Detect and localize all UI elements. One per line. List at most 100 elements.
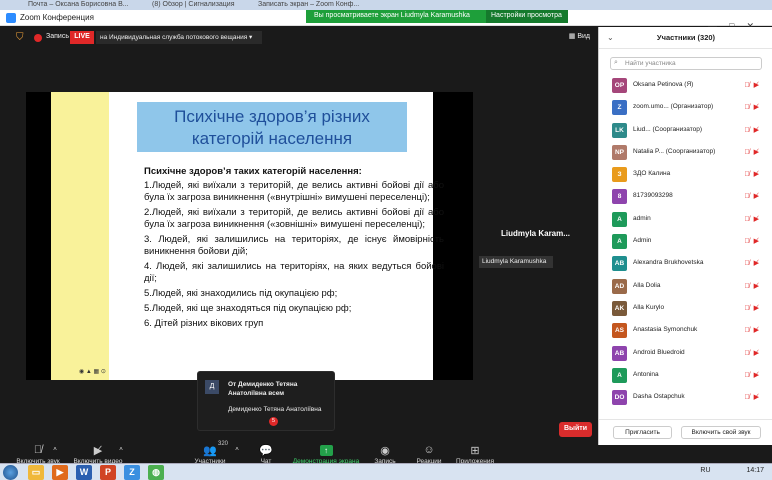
- slide-item: 5.Людей, які ще знаходяться під окупаціє…: [144, 303, 352, 314]
- media-player-icon[interactable]: ▶: [52, 465, 68, 480]
- search-placeholder: Найти участника: [625, 60, 676, 67]
- shield-icon[interactable]: ⛉: [16, 32, 26, 43]
- participant-row[interactable]: AS Anastasia Symonchuk 🎙̸▶̸: [599, 320, 772, 342]
- speaker-tooltip: Liudmyla Karamushka: [479, 256, 553, 268]
- participant-row[interactable]: A Antonina 🎙̸▶̸: [599, 365, 772, 387]
- zoom-taskbar-icon[interactable]: Z: [124, 465, 140, 480]
- participants-panel: ⌄ Участники (320) ⌕ Найти участника OP Ok…: [598, 27, 772, 445]
- mic-video-off-icon: 🎙̸▶̸: [744, 126, 763, 134]
- panel-header: ⌄ Участники (320): [599, 27, 772, 49]
- zoom-logo-icon: [6, 13, 16, 23]
- live-badge[interactable]: LIVE: [70, 31, 94, 44]
- participant-row[interactable]: LK Liud... (Соорганизатор) 🎙̸▶̸: [599, 120, 772, 142]
- avatar: LK: [612, 122, 627, 138]
- view-button[interactable]: ▦ Вид: [569, 32, 590, 40]
- participants-button[interactable]: 👥 Участники: [190, 444, 230, 465]
- grid-icon: ▦: [568, 33, 576, 40]
- chat-sender: От Демиденко Тетяна Анатоліївна всем: [228, 381, 298, 397]
- mic-video-off-icon: 🎙̸▶̸: [744, 148, 763, 156]
- participant-row[interactable]: Zzoom.umo... (Организатор) 🎙̸▶̸: [599, 97, 772, 119]
- speaker-name: Liudmyla Karam...: [501, 229, 570, 238]
- start-button-icon[interactable]: [3, 465, 18, 480]
- apps-button[interactable]: ⊞ Приложения: [453, 444, 497, 465]
- share-screen-button[interactable]: ↑ Демонстрация экрана: [291, 444, 361, 465]
- viewing-banner: Вы просматриваете экран Liudmyla Karamus…: [306, 10, 568, 27]
- participant-row[interactable]: OP Oksana Petinova (Я) 🎙̸▶̸: [599, 75, 772, 97]
- window-title: Zoom Конференция: [20, 13, 94, 22]
- avatar: A: [612, 234, 627, 250]
- avatar: NP: [612, 144, 627, 160]
- participant-name: Liud... (Соорганизатор): [633, 125, 703, 133]
- participant-name: Oksana Petinova (Я): [633, 81, 694, 88]
- record-icon: ◉: [380, 445, 390, 457]
- participant-name: admin: [633, 214, 651, 222]
- meeting-area: ⛉ Запись LIVE на Индивидуальная служба п…: [0, 27, 598, 476]
- participant-row[interactable]: Aadmin 🎙̸▶̸: [599, 209, 772, 231]
- participant-row[interactable]: AD Alla Dolia 🎙̸▶̸: [599, 276, 772, 298]
- record-button[interactable]: ◉ Запись: [371, 444, 399, 465]
- participant-row[interactable]: 8 81739093298 🎙̸▶̸: [599, 186, 772, 208]
- slide-item: 5.Людей, які знаходились під окупацією р…: [144, 288, 338, 299]
- mic-video-off-icon: 🎙̸▶̸: [744, 371, 763, 379]
- avatar: OP: [612, 78, 627, 93]
- mic-video-off-icon: 🎙̸▶̸: [744, 171, 763, 179]
- participant-name: Anastasia Symonchuk: [633, 326, 698, 334]
- participant-row[interactable]: A Admin 🎙̸▶̸: [599, 231, 772, 253]
- live-service-dropdown[interactable]: на Индивидуальная служба потокового веща…: [96, 31, 262, 44]
- unmute-self-button[interactable]: Включить свой звук: [681, 426, 761, 439]
- powerpoint-icon[interactable]: P: [100, 465, 116, 480]
- search-icon: ⌕: [614, 59, 618, 66]
- participant-row[interactable]: NP Natalia P... (Соорганизатор) 🎙̸▶̸: [599, 142, 772, 164]
- participant-row[interactable]: AK Alla Kurylo 🎙̸▶̸: [599, 298, 772, 320]
- avatar: 8: [612, 189, 627, 205]
- participant-name: Antonina: [633, 370, 659, 378]
- video-options-caret[interactable]: ˄: [118, 446, 124, 453]
- mic-video-off-icon: 🎙̸▶̸: [744, 327, 763, 335]
- slide-title: Психічне здоров’я різних категорій насел…: [137, 102, 407, 152]
- language-indicator[interactable]: RU: [700, 467, 710, 474]
- chat-notification[interactable]: Д От Демиденко Тетяна Анатоліївна всем Д…: [197, 371, 335, 431]
- avatar: З: [612, 167, 627, 183]
- invite-button[interactable]: Пригласить: [613, 426, 672, 439]
- slide-item: 4. Людей, які залишились на територіях, …: [144, 261, 444, 284]
- shared-screen: Психічне здоров’я різних категорій насел…: [26, 92, 473, 380]
- participant-name: Alexandra Brukhovetska: [633, 259, 704, 267]
- mic-video-off-icon: 🎙̸▶̸: [744, 260, 763, 268]
- participant-row[interactable]: DO Dasha Ostapchuk 🎙̸▶̸: [599, 387, 772, 409]
- participant-search-input[interactable]: ⌕ Найти участника: [610, 57, 762, 70]
- folder-icon[interactable]: ▭: [28, 465, 44, 480]
- avatar: AB: [612, 345, 627, 361]
- avatar: AS: [612, 323, 627, 339]
- view-options-button[interactable]: Настройки просмотра ⌄: [486, 10, 568, 27]
- mic-video-off-icon: 🎙̸▶̸: [744, 104, 763, 112]
- browser-icon[interactable]: ◍: [148, 465, 164, 480]
- os-taskbar: ▭ ▶ W P Z ◍ RU 14:17: [0, 463, 772, 480]
- participant-name: Alla Kurylo: [633, 303, 665, 311]
- leave-button[interactable]: Выйти: [559, 422, 592, 437]
- clock[interactable]: 14:17: [746, 467, 764, 474]
- participant-row[interactable]: З ЗДО Калина 🎙̸▶̸: [599, 164, 772, 186]
- participants-options-caret[interactable]: ˄: [234, 446, 240, 453]
- slide-controls-icon[interactable]: ◉ ▲ ▦ ⊙: [79, 368, 106, 375]
- mic-video-off-icon: 🎙̸▶̸: [744, 394, 763, 402]
- participant-name: ЗДО Калина: [633, 170, 671, 178]
- participant-name: 81739093298: [633, 192, 673, 200]
- mic-video-off-icon: 🎙̸▶̸: [744, 282, 763, 290]
- system-tray: RU 14:17: [700, 467, 764, 474]
- avatar: A: [612, 367, 627, 383]
- chat-button[interactable]: 💬 Чат: [256, 444, 276, 465]
- word-icon[interactable]: W: [76, 465, 92, 480]
- view-label: Вид: [577, 33, 590, 40]
- viewing-banner-text: Вы просматриваете экран Liudmyla Karamus…: [314, 12, 470, 19]
- participant-row[interactable]: AB Android Bluedroid 🎙̸▶̸: [599, 343, 772, 365]
- mic-video-off-icon: 🎙̸▶̸: [744, 215, 763, 223]
- mic-video-off-icon: 🎙̸▶̸: [744, 193, 763, 201]
- mic-video-off-icon: 🎙̸▶̸: [744, 82, 763, 89]
- audio-options-caret[interactable]: ˄: [52, 446, 58, 453]
- participant-row[interactable]: AB Alexandra Brukhovetska 🎙̸▶̸: [599, 253, 772, 275]
- apps-icon: ⊞: [470, 445, 480, 457]
- slide-decor-strip: [51, 92, 109, 380]
- reactions-button[interactable]: ☺ Реакции: [413, 444, 445, 465]
- meeting-topbar: ⛉ Запись LIVE на Индивидуальная служба п…: [0, 27, 598, 49]
- participant-name: Admin: [633, 237, 652, 245]
